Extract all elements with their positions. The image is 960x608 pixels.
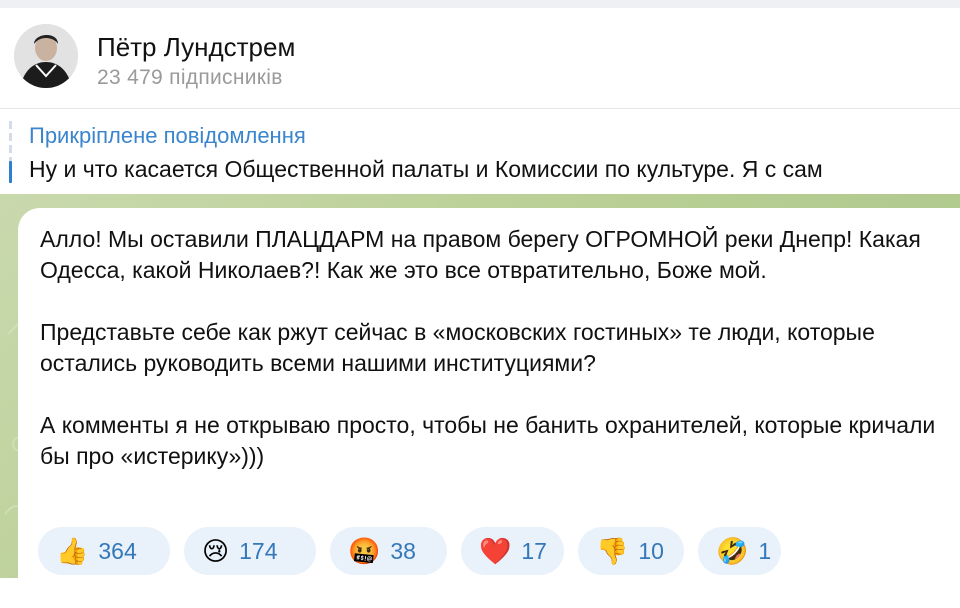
- swearing-face-icon: 🤬: [348, 536, 381, 566]
- message-paragraph: А комменты я не открываю просто, чтобы н…: [40, 412, 936, 469]
- reaction-thumbs-up[interactable]: 👍 364: [38, 527, 170, 575]
- reaction-thumbs-down[interactable]: 👎 10: [578, 527, 684, 575]
- message-paragraph: Алло! Мы оставили ПЛАЦДАРМ на правом бер…: [40, 226, 921, 283]
- reactions-row: 👍 364 😢 174 🤬 38 ❤️ 17 👎 10 🤣 1: [38, 527, 781, 575]
- reaction-count: 38: [390, 537, 416, 564]
- reaction-count: 17: [521, 537, 547, 564]
- rofl-face-icon: 🤣: [716, 536, 749, 566]
- channel-name: Пётр Лундстрем: [97, 32, 296, 62]
- reaction-count: 364: [98, 537, 137, 564]
- avatar-image: [14, 24, 78, 88]
- reaction-rofl[interactable]: 🤣 1: [698, 527, 781, 575]
- top-strip: [0, 0, 960, 8]
- crying-face-icon: 😢: [202, 536, 230, 566]
- pinned-title: Прикріплене повідомлення: [29, 123, 306, 148]
- pinned-text: Ну и что касается Общественной палаты и …: [29, 156, 823, 182]
- message-text: Алло! Мы оставили ПЛАЦДАРМ на правом бер…: [40, 224, 945, 503]
- reaction-count: 174: [239, 537, 278, 564]
- reaction-swearing[interactable]: 🤬 38: [330, 527, 447, 575]
- red-heart-icon: ❤️: [479, 536, 512, 566]
- avatar[interactable]: [14, 24, 78, 88]
- reaction-heart[interactable]: ❤️ 17: [461, 527, 564, 575]
- channel-header[interactable]: Пётр Лундстрем 23 479 підписників: [0, 8, 960, 109]
- reaction-count: 1: [758, 537, 772, 564]
- thumbs-down-icon: 👎: [596, 536, 629, 566]
- thumbs-up-icon: 👍: [56, 536, 89, 566]
- pinned-indicator-active: [9, 161, 12, 183]
- reaction-count: 10: [638, 537, 664, 564]
- reaction-crying[interactable]: 😢 174: [184, 527, 316, 575]
- subscriber-count: 23 479 підписників: [97, 66, 283, 89]
- message-paragraph: Представьте себе как ржут сейчас в «моск…: [40, 319, 875, 376]
- pinned-message-bar[interactable]: Прикріплене повідомлення Ну и что касает…: [0, 109, 960, 194]
